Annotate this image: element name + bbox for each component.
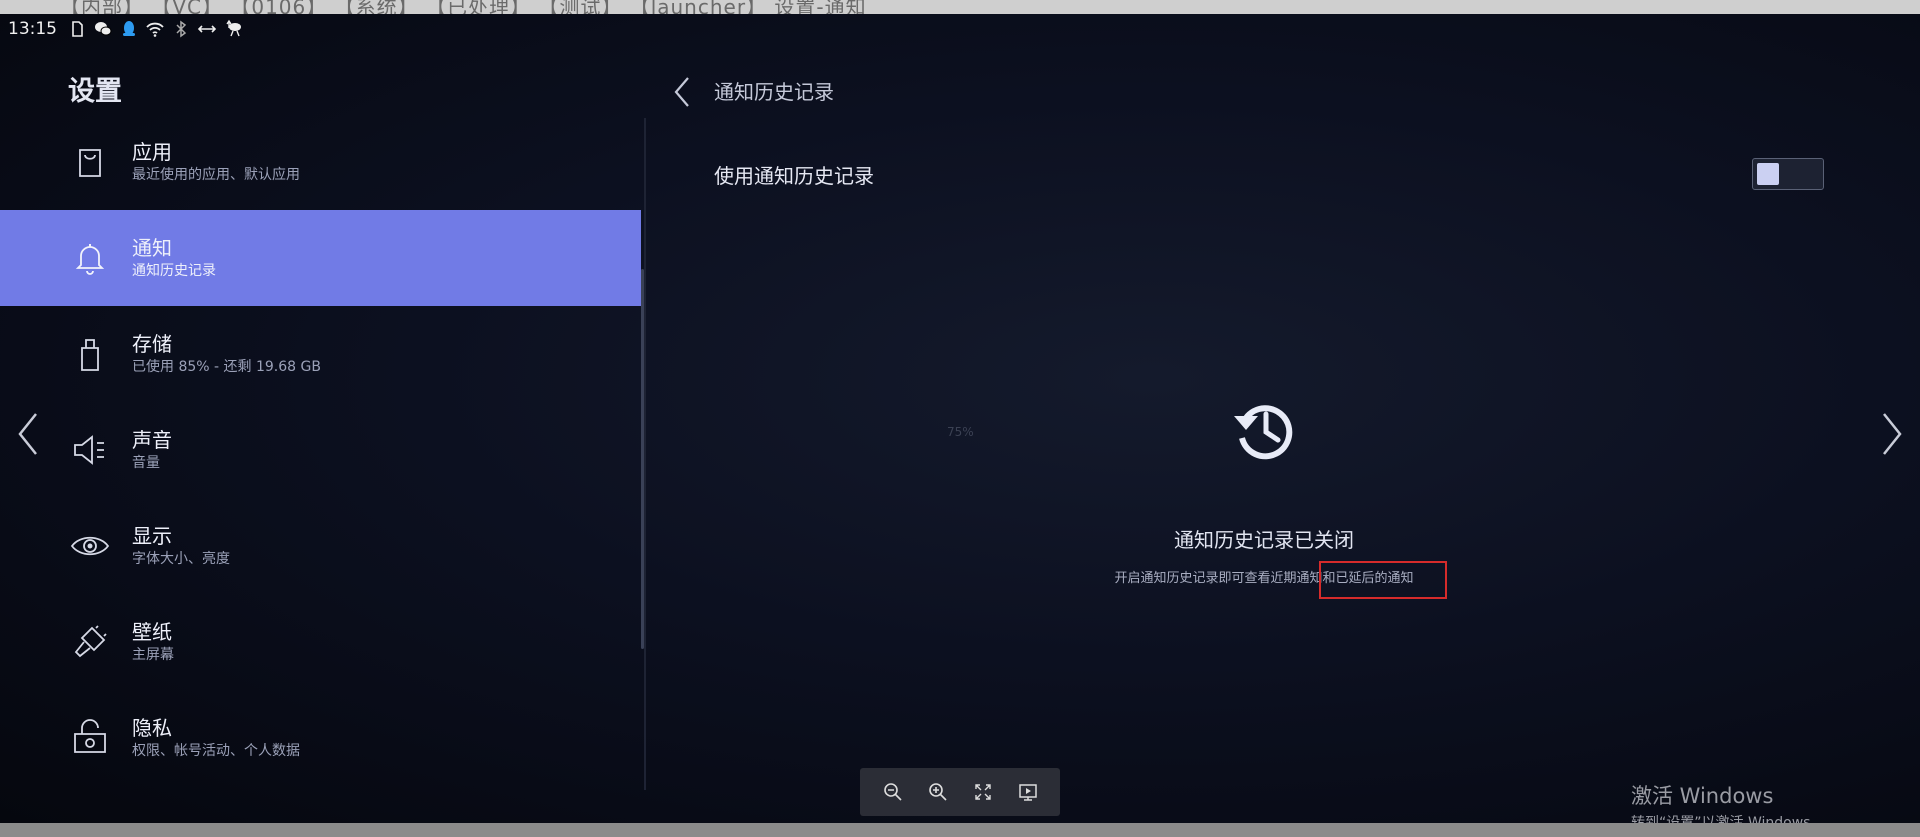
sidebar-item-subtitle: 通知历史记录	[132, 263, 216, 279]
setting-label: 使用通知历史记录	[714, 163, 874, 188]
sidebar-item-subtitle: 已使用 85% - 还剩 19.68 GB	[132, 359, 321, 375]
sidebar-item-label: 壁纸	[132, 620, 172, 644]
notification-history-toggle[interactable]	[1752, 158, 1824, 190]
sidebar-item-label: 显示	[132, 524, 172, 548]
toggle-knob	[1757, 163, 1779, 185]
host-window-titlebar: 【内部】 【VC】 【0106】 【系统】 【已处理】 【测试】 【launch…	[0, 0, 1920, 14]
status-bar: 13:15	[8, 16, 243, 42]
zoom-out-icon	[883, 783, 902, 801]
history-icon	[1234, 405, 1293, 460]
sidebar-item-subtitle: 音量	[132, 455, 160, 471]
watermark-title: 激活 Windows	[1631, 784, 1774, 808]
zoom-in-button[interactable]	[923, 777, 953, 807]
lock-icon	[68, 716, 112, 760]
sidebar-item-wallpaper[interactable]: 壁纸 主屏幕	[0, 594, 641, 690]
empty-state: 通知历史记录已关闭 开启通知历史记录即可查看近期通知和已延后的通知	[1064, 394, 1464, 586]
page-title: 通知历史记录	[714, 80, 834, 104]
sidebar-item-privacy[interactable]: 隐私 权限、帐号活动、个人数据	[0, 690, 641, 786]
storage-icon	[68, 332, 112, 376]
eye-icon	[68, 524, 112, 568]
wechat-icon	[93, 19, 113, 39]
notification-history-setting: 使用通知历史记录	[714, 144, 1824, 204]
sidebar-item-sound[interactable]: 声音 音量	[0, 402, 641, 498]
zoom-in-icon	[928, 783, 947, 801]
mobile-data-icon	[223, 19, 243, 39]
sidebar-item-subtitle: 权限、帐号活动、个人数据	[132, 743, 300, 759]
sidebar-item-subtitle: 主屏幕	[132, 647, 174, 663]
play-screen-icon	[1018, 784, 1037, 801]
next-page-button[interactable]	[1874, 406, 1910, 462]
pane-divider	[644, 118, 646, 790]
zoom-out-button[interactable]	[878, 777, 908, 807]
bluetooth-icon	[171, 19, 191, 39]
sidebar-item-label: 存储	[132, 332, 172, 356]
sidebar-item-label: 声音	[132, 428, 172, 452]
bell-icon	[68, 236, 112, 280]
chevron-left-icon	[674, 77, 689, 107]
host-window-bottom	[0, 823, 1920, 837]
status-time: 13:15	[8, 19, 57, 39]
sidebar-item-label: 通知	[132, 236, 172, 260]
back-button[interactable]	[668, 70, 698, 114]
settings-sidebar: 应用 最近使用的应用、默认应用 通知 通知历史记录 存储 已使用 85% - 还…	[0, 114, 641, 786]
sidebar-item-label: 应用	[132, 140, 172, 164]
wifi-icon	[145, 19, 165, 39]
settings-title: 设置	[68, 76, 122, 107]
device-screen: 13:15 设置 应用 最近使用的应用、默认应用 通知 通知历史记录 存储 已使…	[0, 14, 1920, 823]
sidebar-item-apps[interactable]: 应用 最近使用的应用、默认应用	[0, 114, 641, 210]
sidebar-item-label: 隐私	[132, 716, 172, 740]
sidebar-item-display[interactable]: 显示 字体大小、亮度	[0, 498, 641, 594]
sidebar-item-subtitle: 最近使用的应用、默认应用	[132, 167, 300, 183]
zoom-level-hint: 75%	[947, 425, 974, 439]
slideshow-button[interactable]	[1013, 777, 1043, 807]
sidebar-item-storage[interactable]: 存储 已使用 85% - 还剩 19.68 GB	[0, 306, 641, 402]
shopping-bag-icon	[68, 140, 112, 184]
sidebar-scrollbar[interactable]	[641, 269, 644, 649]
expand-icon	[974, 784, 991, 800]
previous-page-button[interactable]	[10, 406, 46, 462]
annotation-highlight-box	[1319, 561, 1447, 599]
empty-state-title: 通知历史记录已关闭	[1174, 528, 1354, 552]
data-transfer-icon	[197, 19, 217, 39]
chevron-right-icon	[1883, 413, 1902, 455]
fit-screen-button[interactable]	[968, 777, 998, 807]
brush-icon	[68, 620, 112, 664]
viewer-toolbar	[860, 768, 1060, 816]
speaker-icon	[68, 428, 112, 472]
sidebar-item-subtitle: 字体大小、亮度	[132, 551, 230, 567]
watermark-subtitle: 转到“设置”以激活 Windows。	[1631, 815, 1825, 823]
chevron-left-icon	[18, 413, 37, 455]
qq-icon	[119, 19, 139, 39]
sim-card-icon	[67, 19, 87, 39]
windows-activation-watermark: 激活 Windows 转到“设置”以激活 Windows。	[1631, 780, 1824, 823]
sidebar-item-notifications[interactable]: 通知 通知历史记录	[0, 210, 641, 306]
